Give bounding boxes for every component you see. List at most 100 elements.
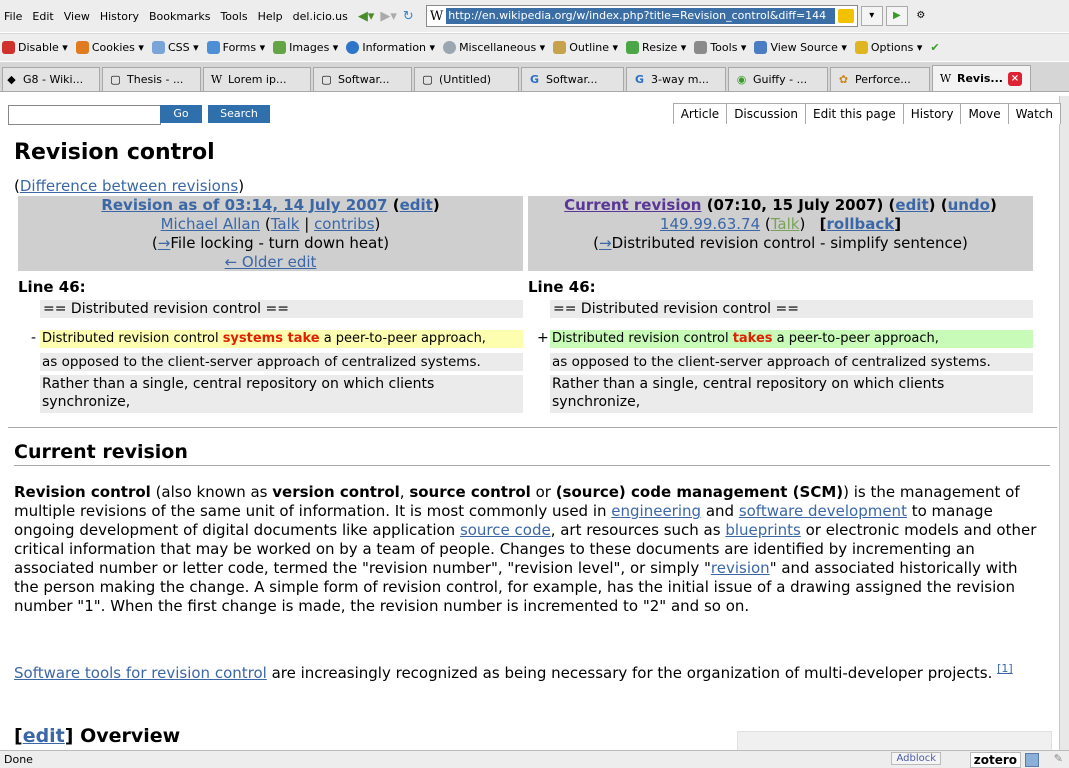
perforce-icon: ✿ bbox=[838, 72, 849, 86]
tab-untitled[interactable]: ▢ (Untitled) bbox=[414, 67, 519, 91]
zotero-button[interactable]: zotero bbox=[969, 752, 1021, 768]
tab-perforce[interactable]: ✿ Perforce... bbox=[830, 67, 930, 91]
intro-paragraph: Revision control (also known as version … bbox=[14, 483, 1037, 615]
search-button[interactable]: Search bbox=[208, 105, 270, 123]
dev-resize-menu[interactable]: Resize ▾ bbox=[626, 41, 686, 54]
menu-history[interactable]: History bbox=[100, 10, 139, 23]
bookmark-folder-icon[interactable] bbox=[837, 9, 854, 23]
dev-images-menu[interactable]: Images ▾ bbox=[273, 41, 338, 54]
dev-css-menu[interactable]: CSS ▾ bbox=[151, 41, 199, 54]
dev-information-menu[interactable]: Information ▾ bbox=[346, 41, 435, 54]
right-context-line-2: as opposed to the client-server approach… bbox=[550, 353, 1033, 371]
diff-subtitle: (Difference between revisions) bbox=[14, 177, 245, 195]
tab-g8-wiki[interactable]: ◆ G8 - Wiki... bbox=[2, 67, 100, 91]
options-icon bbox=[854, 41, 868, 54]
dev-cookies-menu[interactable]: Cookies ▾ bbox=[75, 41, 144, 54]
software-tools-link[interactable]: Software tools for revision control bbox=[14, 664, 267, 682]
wiki-search-input[interactable] bbox=[8, 105, 161, 125]
menu-bookmarks[interactable]: Bookmarks bbox=[149, 10, 210, 23]
dev-miscellaneous-menu[interactable]: Miscellaneous ▾ bbox=[443, 41, 545, 54]
menu-tools[interactable]: Tools bbox=[220, 10, 247, 23]
tab-history[interactable]: History bbox=[902, 103, 962, 124]
menu-file[interactable]: File bbox=[4, 10, 22, 23]
undo-link[interactable]: undo bbox=[948, 196, 990, 214]
left-talk-link[interactable]: Talk bbox=[271, 215, 300, 233]
gear-icon[interactable]: ⚙ bbox=[911, 7, 931, 25]
dev-options-menu[interactable]: Options ▾ bbox=[854, 41, 922, 54]
vertical-scrollbar[interactable] bbox=[1059, 96, 1069, 750]
forward-arrow-icon[interactable]: ▶▾ bbox=[380, 9, 397, 24]
right-revision-link[interactable]: Current revision bbox=[564, 196, 701, 214]
left-context-heading: == Distributed revision control == bbox=[40, 300, 523, 318]
url-text[interactable]: http://en.wikipedia.org/w/index.php?titl… bbox=[446, 8, 835, 24]
page-title: Revision control bbox=[14, 140, 215, 165]
checkmark-icon[interactable]: ✔ bbox=[930, 41, 939, 54]
source-code-link[interactable]: source code bbox=[460, 521, 551, 539]
url-bar[interactable]: W http://en.wikipedia.org/w/index.php?ti… bbox=[425, 5, 858, 27]
right-talk-link[interactable]: Talk bbox=[771, 215, 800, 233]
left-user-link[interactable]: Michael Allan bbox=[161, 215, 261, 233]
blueprints-link[interactable]: blueprints bbox=[725, 521, 800, 539]
dev-forms-menu[interactable]: Forms ▾ bbox=[206, 41, 265, 54]
zotero-pane-icon[interactable] bbox=[1025, 753, 1039, 767]
tab-guiffy[interactable]: ◉ Guiffy - ... bbox=[728, 67, 828, 91]
left-edit-link[interactable]: edit bbox=[400, 196, 433, 214]
tab-move[interactable]: Move bbox=[960, 103, 1009, 124]
overview-heading: [edit] Overview bbox=[14, 725, 181, 747]
diff-left-header: Revision as of 03:14, 14 July 2007 (edit… bbox=[18, 196, 523, 271]
tab-3-way-merge[interactable]: G 3-way m... bbox=[626, 67, 726, 91]
diff-link[interactable]: Difference between revisions bbox=[20, 177, 238, 195]
status-pencil-icon[interactable]: ✎ bbox=[1054, 752, 1063, 765]
overview-edit-link[interactable]: edit bbox=[23, 725, 65, 747]
page-content: Revision control (Difference between rev… bbox=[0, 127, 1060, 750]
left-line-number: Line 46: bbox=[18, 278, 86, 296]
rollback-link[interactable]: rollback bbox=[827, 215, 895, 233]
tab-discussion[interactable]: Discussion bbox=[726, 103, 807, 124]
tab-lorem-ipsum[interactable]: W Lorem ip... bbox=[203, 67, 311, 91]
tab-article[interactable]: Article bbox=[672, 103, 728, 124]
back-arrow-icon[interactable]: ◀▾ bbox=[358, 9, 375, 24]
left-section-arrow-link[interactable]: → bbox=[158, 234, 171, 252]
css-icon bbox=[151, 41, 165, 54]
wikipedia-icon: W bbox=[210, 72, 223, 86]
menu-view[interactable]: View bbox=[64, 10, 90, 23]
go-button[interactable]: Go bbox=[160, 105, 202, 123]
removed-words: systems take bbox=[222, 331, 320, 346]
adblock-button[interactable]: Adblock bbox=[891, 752, 941, 765]
left-revision-link[interactable]: Revision as of 03:14, 14 July 2007 bbox=[101, 196, 387, 214]
reload-icon[interactable]: ↻ bbox=[403, 9, 414, 24]
menu-help[interactable]: Help bbox=[258, 10, 283, 23]
page-icon: ▢ bbox=[422, 72, 433, 86]
forms-icon bbox=[206, 41, 220, 54]
left-edit-summary: File locking - turn down heat bbox=[170, 234, 384, 252]
outline-icon bbox=[553, 41, 567, 54]
close-tab-icon[interactable]: × bbox=[1007, 71, 1022, 86]
tab-thesis[interactable]: ▢ Thesis - ... bbox=[102, 67, 201, 91]
dev-view-source-menu[interactable]: View Source ▾ bbox=[754, 41, 847, 54]
dev-disable-menu[interactable]: Disable ▾ bbox=[2, 41, 68, 54]
url-dropdown-icon[interactable]: ▾ bbox=[860, 6, 883, 26]
tab-watch[interactable]: Watch bbox=[1007, 103, 1061, 124]
tab-software-2[interactable]: G Softwar... bbox=[521, 67, 624, 91]
revision-link[interactable]: revision bbox=[711, 559, 770, 577]
right-ip-link[interactable]: 149.99.63.74 bbox=[660, 215, 760, 233]
right-section-arrow-link[interactable]: → bbox=[599, 234, 612, 252]
tab-edit-this-page[interactable]: Edit this page bbox=[805, 103, 904, 124]
dev-tools-menu[interactable]: Tools ▾ bbox=[694, 41, 746, 54]
software-development-link[interactable]: software development bbox=[739, 502, 907, 520]
tab-revision-control[interactable]: W Revis... × bbox=[932, 65, 1031, 91]
reference-1-link[interactable]: [1] bbox=[997, 662, 1013, 675]
menu-delicious[interactable]: del.icio.us bbox=[293, 10, 348, 23]
images-icon bbox=[273, 41, 287, 54]
go-arrow-icon[interactable]: ▶ bbox=[885, 6, 908, 26]
right-edit-link[interactable]: edit bbox=[895, 196, 928, 214]
left-context-line-2: as opposed to the client-server approach… bbox=[40, 353, 523, 371]
engineering-link[interactable]: engineering bbox=[611, 502, 701, 520]
menu-edit[interactable]: Edit bbox=[32, 10, 53, 23]
left-contribs-link[interactable]: contribs bbox=[314, 215, 374, 233]
left-changed-line: Distributed revision control systems tak… bbox=[40, 330, 523, 348]
diff-separator bbox=[8, 427, 1057, 428]
older-edit-link[interactable]: ← Older edit bbox=[225, 253, 317, 271]
tab-software-1[interactable]: ▢ Softwar... bbox=[313, 67, 412, 91]
dev-outline-menu[interactable]: Outline ▾ bbox=[553, 41, 618, 54]
